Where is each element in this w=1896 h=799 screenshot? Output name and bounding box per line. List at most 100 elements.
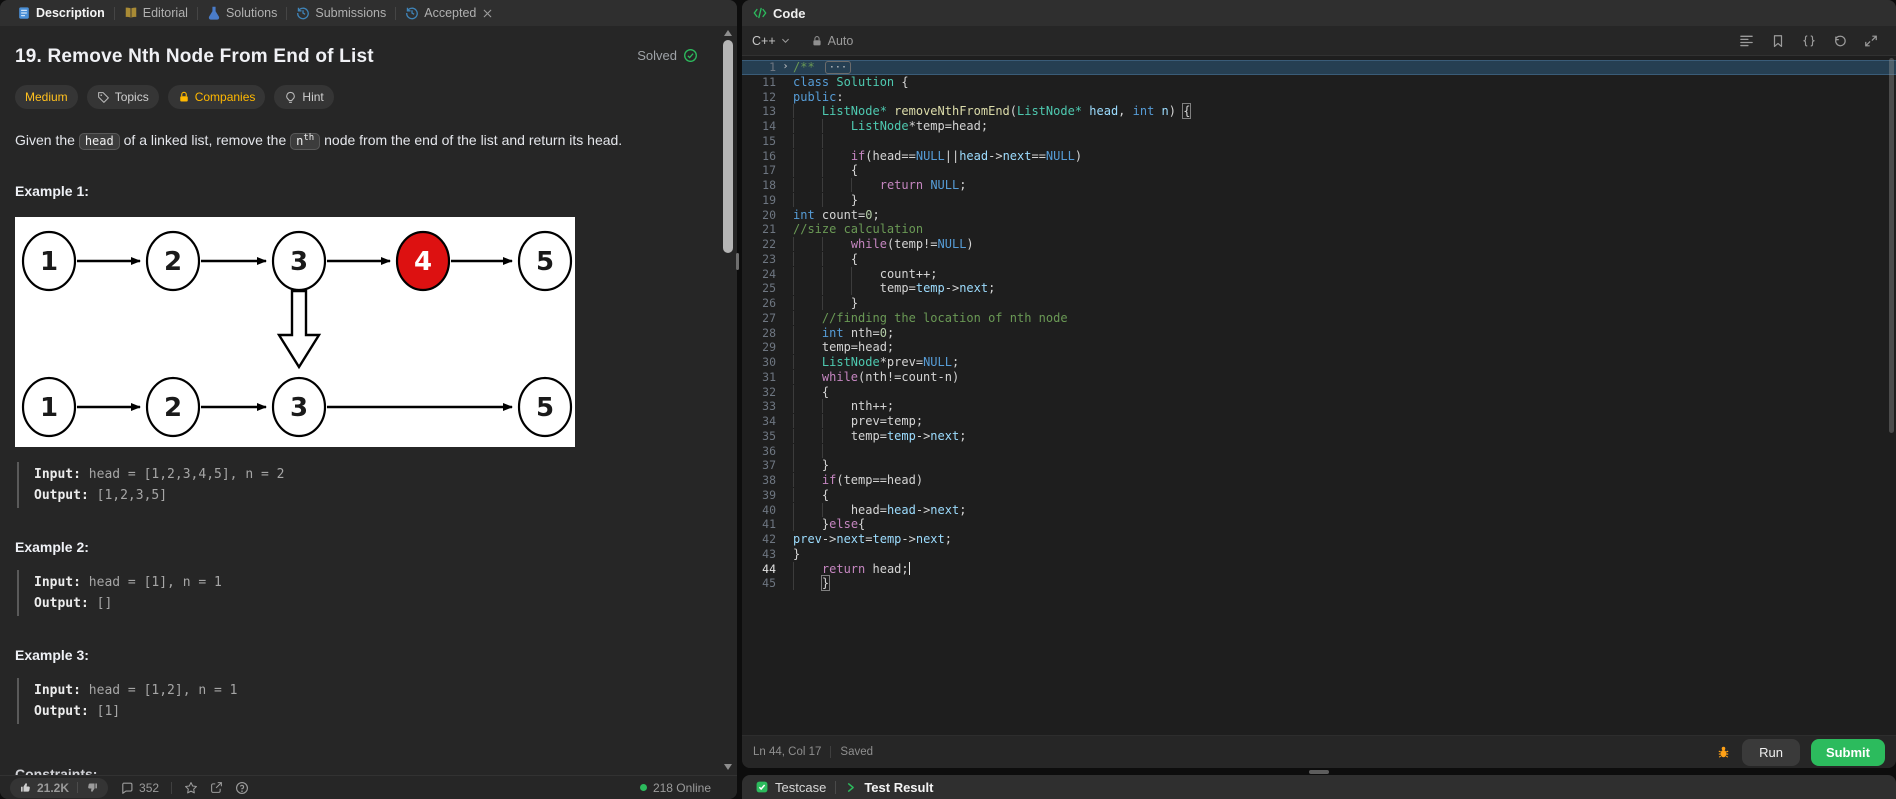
code-line[interactable]: 1 ›/** ···: [742, 60, 1896, 75]
line-number[interactable]: 27: [742, 311, 778, 326]
code-line[interactable]: 40 head=head->next;: [742, 503, 1896, 518]
code-line[interactable]: 25 temp=temp->next;: [742, 281, 1896, 296]
line-number[interactable]: 42: [742, 532, 778, 547]
code-line[interactable]: 21 //size calculation: [742, 222, 1896, 237]
tab-submissions[interactable]: Submissions: [287, 6, 395, 20]
code-editor-area[interactable]: 1 ›/** ··· 11 class Solution {12 public: 13 L…: [742, 57, 1896, 735]
tab-accepted[interactable]: Accepted: [396, 6, 503, 20]
code-line[interactable]: 28 int nth=0;: [742, 326, 1896, 341]
code-line[interactable]: 26 }: [742, 296, 1896, 311]
code-line[interactable]: 45 }: [742, 575, 1896, 592]
code-line[interactable]: 41 }else{: [742, 517, 1896, 532]
code-line[interactable]: 12 public:: [742, 90, 1896, 105]
code-line[interactable]: 14 ListNode*temp=head;: [742, 119, 1896, 134]
share-button[interactable]: [210, 781, 223, 794]
panel-resize-handle-vertical[interactable]: [736, 253, 739, 270]
code-line[interactable]: 27 //finding the location of nth node: [742, 311, 1896, 326]
line-number[interactable]: 14: [742, 119, 778, 134]
difficulty-badge[interactable]: Medium: [15, 85, 78, 109]
code-line[interactable]: 16 if(head==NULL||head->next==NULL): [742, 149, 1896, 164]
line-number[interactable]: 41: [742, 517, 778, 532]
braces-icon[interactable]: [1802, 34, 1816, 48]
line-number[interactable]: 38: [742, 473, 778, 488]
line-number[interactable]: 13: [742, 104, 778, 119]
tab-testcase[interactable]: Testcase: [755, 780, 826, 795]
line-number[interactable]: 26: [742, 296, 778, 311]
favorite-button[interactable]: [184, 781, 198, 795]
line-number[interactable]: 35: [742, 429, 778, 444]
reset-code-icon[interactable]: [1833, 34, 1847, 48]
line-number[interactable]: 12: [742, 90, 778, 105]
feedback-button[interactable]: [235, 781, 249, 795]
line-number[interactable]: 18: [742, 178, 778, 193]
code-line[interactable]: 37 }: [742, 458, 1896, 473]
auto-toggle[interactable]: Auto: [811, 34, 853, 48]
format-lines-icon[interactable]: [1739, 33, 1754, 48]
line-number[interactable]: 16: [742, 149, 778, 164]
code-line[interactable]: 43}: [742, 547, 1896, 562]
fullscreen-icon[interactable]: [1864, 34, 1878, 48]
tab-description[interactable]: Description: [8, 6, 114, 20]
fold-indicator[interactable]: ›: [778, 60, 793, 75]
bookmark-icon[interactable]: [1771, 34, 1785, 48]
panel-resize-handle-horizontal[interactable]: [1309, 770, 1329, 774]
code-line[interactable]: 18 return NULL;: [742, 178, 1896, 193]
line-number[interactable]: 22: [742, 237, 778, 252]
code-line[interactable]: 20 int count=0;: [742, 208, 1896, 223]
submit-button[interactable]: Submit: [1810, 738, 1885, 766]
run-button[interactable]: Run: [1742, 738, 1800, 766]
code-line[interactable]: 44 return head;: [742, 561, 1896, 577]
code-line[interactable]: 29 temp=head;: [742, 340, 1896, 355]
line-number[interactable]: 40: [742, 503, 778, 518]
line-number[interactable]: 37: [742, 458, 778, 473]
dislike-button[interactable]: [86, 781, 99, 794]
folded-code-ellipsis[interactable]: ···: [824, 61, 851, 74]
code-line[interactable]: 22 while(temp!=NULL): [742, 237, 1896, 252]
line-number[interactable]: 45: [742, 576, 778, 591]
code-line[interactable]: 19 }: [742, 193, 1896, 208]
scroll-up-button[interactable]: [724, 30, 732, 36]
code-line[interactable]: 33 nth++;: [742, 399, 1896, 414]
topics-button[interactable]: Topics: [86, 85, 159, 109]
debug-icon[interactable]: [1716, 745, 1731, 760]
line-number[interactable]: 34: [742, 414, 778, 429]
code-line[interactable]: 11 class Solution {: [742, 75, 1896, 90]
code-line[interactable]: 42 prev->next=temp->next;: [742, 532, 1896, 547]
line-number[interactable]: 1: [742, 60, 778, 75]
scrollbar-thumb[interactable]: [723, 40, 733, 253]
line-number[interactable]: 23: [742, 252, 778, 267]
code-line[interactable]: 31 while(nth!=count-n): [742, 370, 1896, 385]
line-number[interactable]: 39: [742, 488, 778, 503]
line-number[interactable]: 30: [742, 355, 778, 370]
code-line[interactable]: 30 ListNode*prev=NULL;: [742, 355, 1896, 370]
line-number[interactable]: 33: [742, 399, 778, 414]
line-number[interactable]: 44: [742, 562, 778, 577]
line-number[interactable]: 17: [742, 163, 778, 178]
editor-scrollbar-thumb[interactable]: [1889, 58, 1894, 433]
companies-button[interactable]: Companies: [167, 85, 266, 109]
tab-test-result[interactable]: Test Result: [845, 780, 933, 795]
tab-solutions[interactable]: Solutions: [198, 6, 286, 20]
line-number[interactable]: 32: [742, 385, 778, 400]
code-line[interactable]: 36: [742, 444, 1896, 459]
code-line[interactable]: 34 prev=temp;: [742, 414, 1896, 429]
line-number[interactable]: 21: [742, 222, 778, 237]
code-line[interactable]: 23 {: [742, 252, 1896, 267]
line-number[interactable]: 25: [742, 281, 778, 296]
line-number[interactable]: 24: [742, 267, 778, 282]
line-number[interactable]: 15: [742, 134, 778, 149]
line-number[interactable]: 36: [742, 444, 778, 459]
code-line[interactable]: 17 {: [742, 163, 1896, 178]
code-line[interactable]: 35 temp=temp->next;: [742, 429, 1896, 444]
hint-button[interactable]: Hint: [274, 85, 334, 109]
line-number[interactable]: 43: [742, 547, 778, 562]
line-number[interactable]: 31: [742, 370, 778, 385]
line-number[interactable]: 20: [742, 208, 778, 223]
code-line[interactable]: 32 {: [742, 385, 1896, 400]
line-number[interactable]: 28: [742, 326, 778, 341]
close-icon[interactable]: [481, 7, 494, 20]
line-number[interactable]: 29: [742, 340, 778, 355]
code-line[interactable]: 13 ListNode* removeNthFromEnd(ListNode* …: [742, 103, 1896, 120]
code-line[interactable]: 38 if(temp==head): [742, 473, 1896, 488]
code-line[interactable]: 24 count++;: [742, 267, 1896, 282]
